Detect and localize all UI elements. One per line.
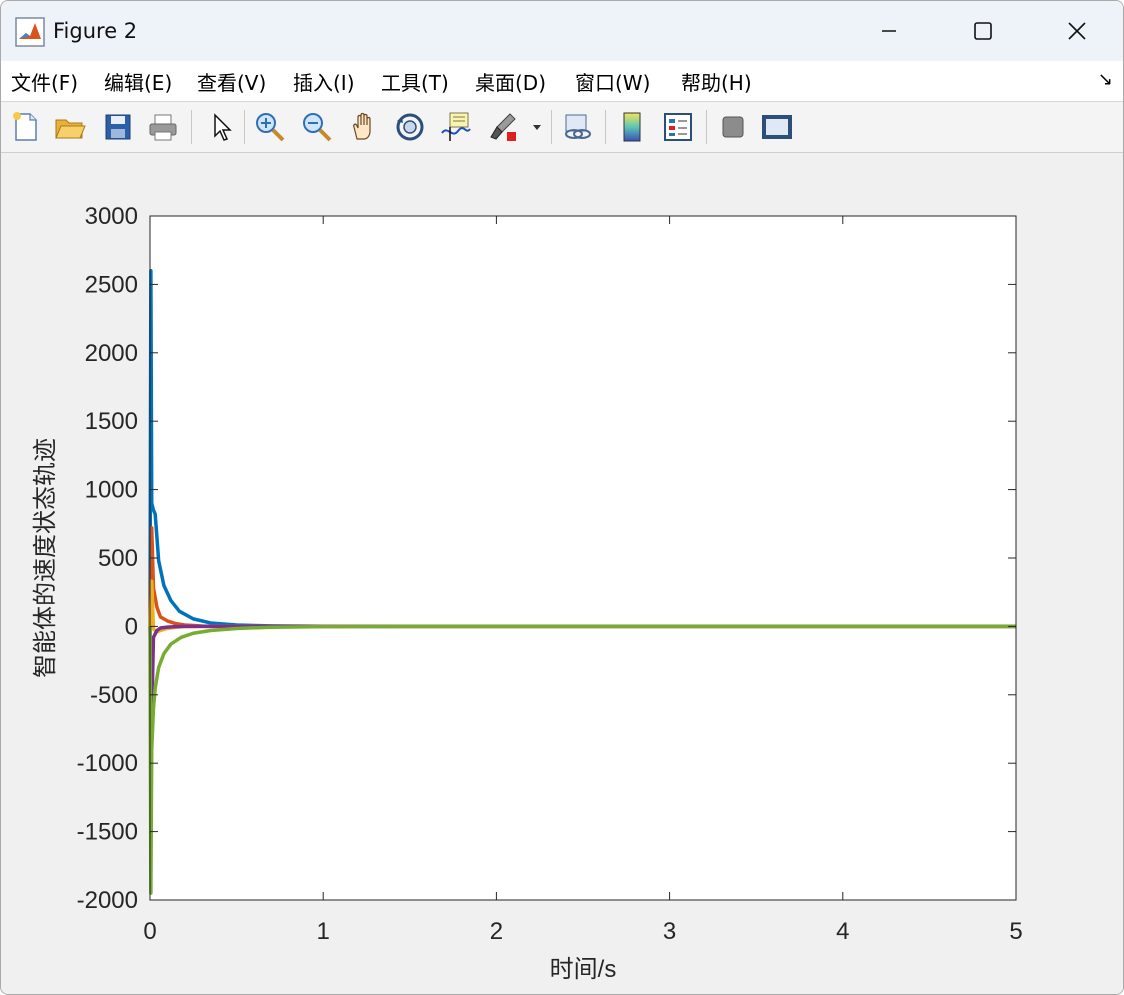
rotate-3d-button[interactable] (393, 109, 427, 145)
colorbar-button[interactable] (615, 109, 649, 145)
toolbar-separator (244, 110, 245, 144)
hide-plot-tools-button[interactable] (716, 109, 750, 145)
y-tick-label: 0 (125, 613, 138, 640)
figure-canvas: 0 1 2 3 4 5 -2000 -1500 -1000 -500 0 500 1000 1500 200… (1, 153, 1123, 994)
menu-help[interactable]: 帮助(H) (681, 67, 752, 96)
y-tick-label: -2000 (77, 887, 138, 914)
open-file-button[interactable] (53, 109, 87, 145)
figure-window: Figure 2 文件(F) 编辑(E) 查看(V) 插入(I) 工具(T) 桌… (0, 0, 1124, 995)
x-tick-label: 1 (317, 918, 330, 945)
new-figure-icon (13, 112, 37, 141)
x-axis-label: 时间/s (550, 956, 617, 983)
minimize-button[interactable] (859, 9, 919, 53)
y-tick-label: -1000 (77, 750, 138, 777)
zoom-out-icon (303, 113, 332, 142)
toolbar-separator (551, 110, 552, 144)
x-tick-label: 3 (663, 918, 676, 945)
zoom-out-button[interactable] (300, 109, 334, 145)
window-title: Figure 2 (53, 19, 138, 43)
title-bar[interactable]: Figure 2 (1, 1, 1123, 61)
x-tick-label: 0 (143, 918, 156, 945)
menu-desktop[interactable]: 桌面(D) (475, 67, 546, 96)
velocity-trajectory-chart[interactable]: 0 1 2 3 4 5 -2000 -1500 -1000 -500 0 500 1000 1500 200… (1, 153, 1123, 994)
chevron-down-icon (533, 125, 541, 130)
link-plot-button[interactable] (561, 109, 595, 145)
toolbar-separator (706, 110, 707, 144)
brush-icon (490, 113, 516, 141)
legend-button[interactable] (661, 109, 695, 145)
y-tick-label: -1500 (77, 819, 138, 846)
x-tick-label: 2 (490, 918, 503, 945)
close-button[interactable] (1047, 9, 1107, 53)
y-axis-label: 智能体的速度状态轨迹 (32, 438, 59, 678)
pointer-icon (214, 113, 232, 141)
toolbar-separator (191, 110, 192, 144)
y-tick-label: 2500 (85, 271, 138, 298)
save-icon (105, 114, 131, 140)
y-tick-label: 1000 (85, 477, 138, 504)
menu-window[interactable]: 窗口(W) (575, 67, 650, 96)
menu-tools[interactable]: 工具(T) (381, 67, 449, 96)
menu-bar: 文件(F) 编辑(E) 查看(V) 插入(I) 工具(T) 桌面(D) 窗口(W… (1, 61, 1123, 102)
y-tick-label: 1500 (85, 408, 138, 435)
close-icon (1068, 22, 1086, 40)
show-plot-tools-icon (762, 115, 792, 139)
maximize-icon (974, 22, 992, 40)
link-plot-icon (565, 114, 591, 139)
pan-icon (353, 112, 371, 140)
brush-dropdown-button[interactable] (527, 109, 547, 145)
y-tick-label: 2000 (85, 340, 138, 367)
open-file-icon (55, 119, 86, 139)
x-tick-label: 5 (1009, 918, 1022, 945)
menu-insert[interactable]: 插入(I) (293, 67, 355, 96)
colorbar-icon (623, 112, 641, 142)
legend-icon (664, 113, 692, 141)
figure-toolbar (1, 102, 1123, 153)
matlab-logo-icon (15, 17, 45, 47)
maximize-button[interactable] (953, 9, 1013, 53)
y-tick-label: 3000 (85, 203, 138, 230)
axes-background (150, 216, 1016, 900)
hide-plot-tools-icon (722, 116, 744, 138)
save-button[interactable] (101, 109, 135, 145)
y-tick-label: 500 (98, 545, 138, 572)
zoom-in-button[interactable] (253, 109, 287, 145)
toolbar-separator (605, 110, 606, 144)
dock-figure-button[interactable]: ↘ (1098, 69, 1113, 90)
new-figure-button[interactable] (9, 109, 43, 145)
data-cursor-icon (441, 112, 471, 141)
menu-file[interactable]: 文件(F) (11, 67, 78, 96)
rotate-3d-icon (396, 113, 424, 141)
show-plot-tools-button[interactable] (760, 109, 794, 145)
print-icon (149, 114, 177, 141)
pointer-button[interactable] (204, 109, 238, 145)
print-button[interactable] (146, 109, 180, 145)
data-cursor-button[interactable] (439, 109, 473, 145)
brush-button[interactable] (487, 109, 521, 145)
menu-edit[interactable]: 编辑(E) (104, 67, 172, 96)
menu-view[interactable]: 查看(V) (197, 67, 266, 96)
pan-button[interactable] (347, 109, 381, 145)
y-tick-label: -500 (90, 682, 138, 709)
zoom-in-icon (256, 113, 285, 142)
minimize-icon (882, 30, 896, 32)
x-tick-label: 4 (836, 918, 849, 945)
